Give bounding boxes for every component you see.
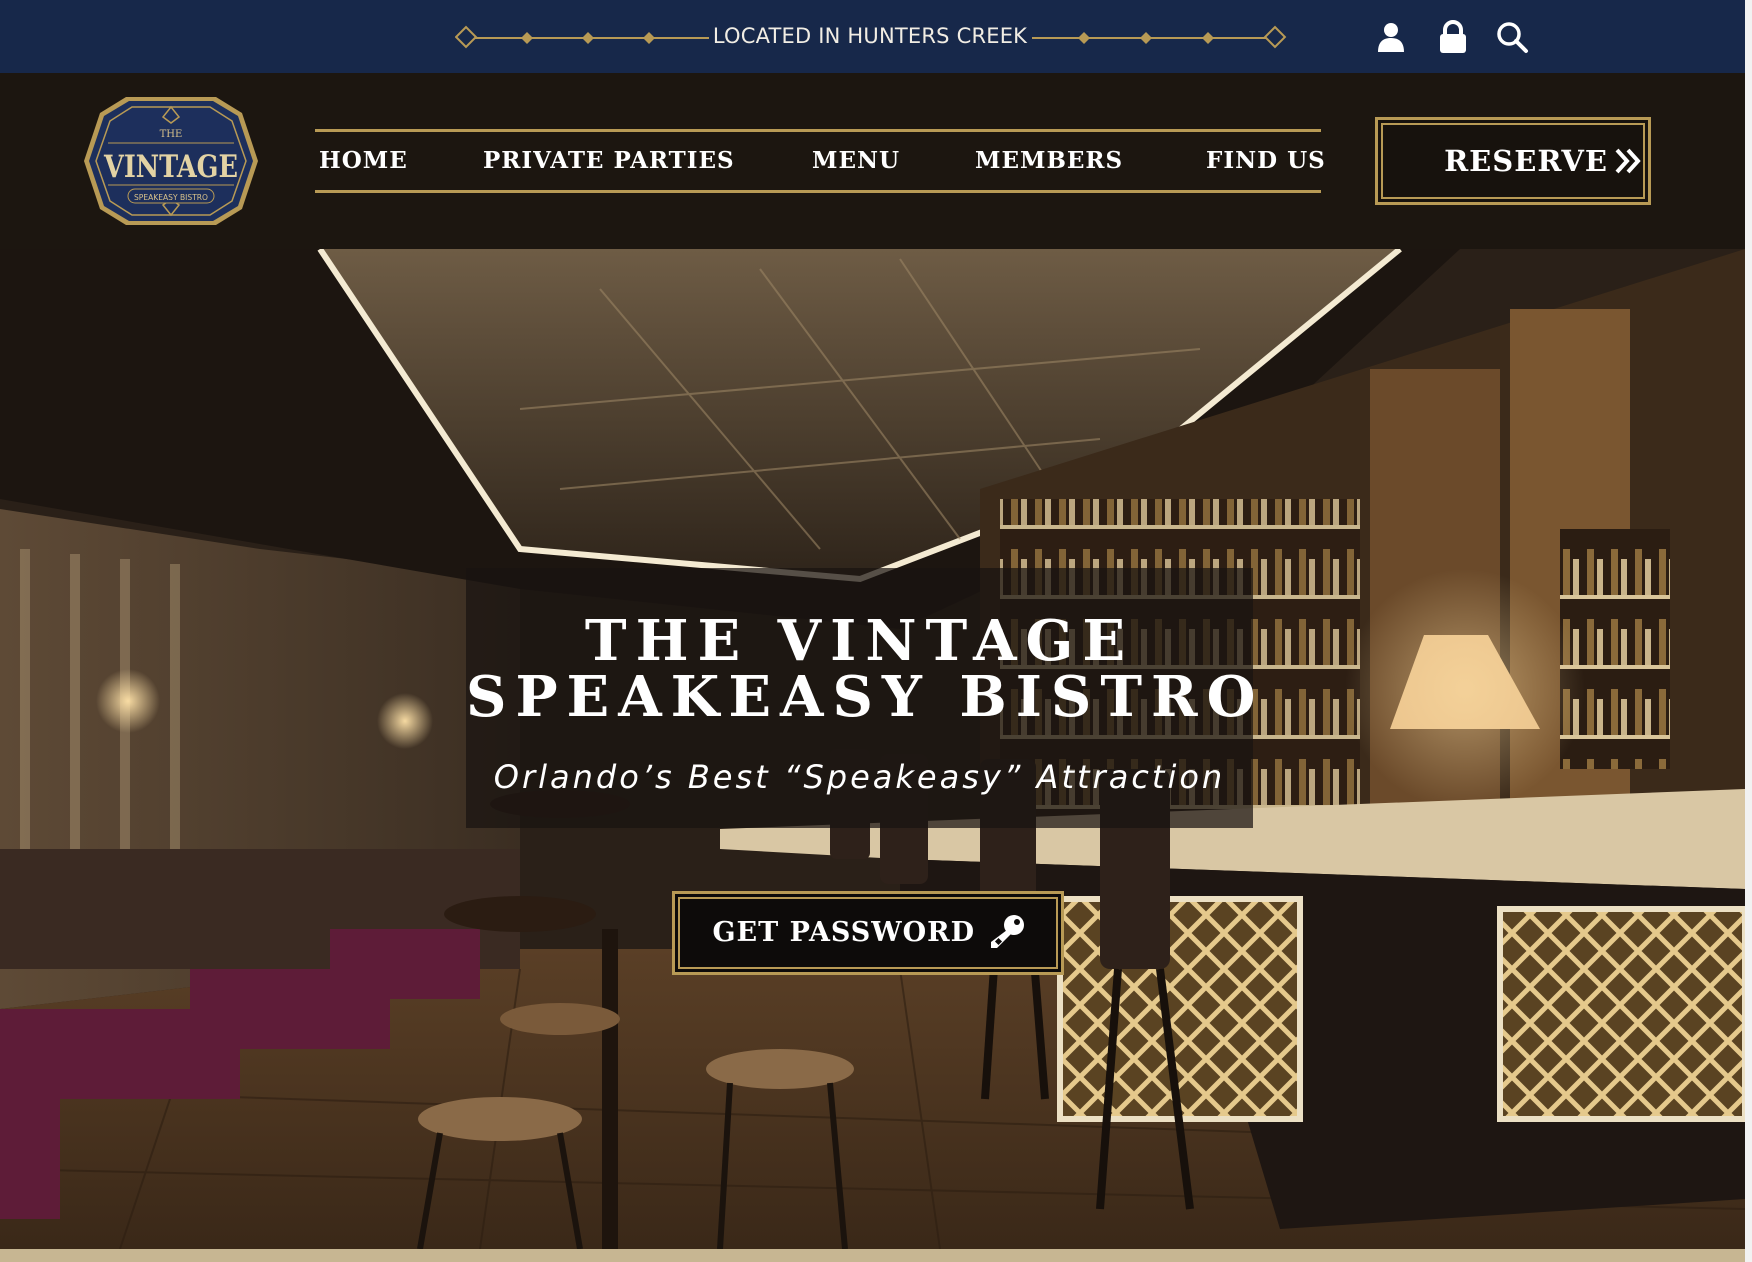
user-icon[interactable] bbox=[1374, 20, 1408, 54]
logo-the-text: THE bbox=[160, 129, 183, 140]
nav-private-parties[interactable]: PRIVATE PARTIES bbox=[483, 132, 735, 190]
right-ornament bbox=[1032, 0, 1292, 73]
logo-subtitle-text: SPEAKEASY BISTRO bbox=[134, 193, 208, 202]
search-icon[interactable] bbox=[1495, 20, 1529, 54]
bottom-gold-strip bbox=[0, 1249, 1752, 1262]
page-edge bbox=[1745, 0, 1752, 1262]
location-text: LOCATED IN HUNTERS CREEK bbox=[712, 24, 1028, 48]
main-header: THE VINTAGE SPEAKEASY BISTRO HOME PRIVAT… bbox=[0, 73, 1752, 249]
hero-section: THE VINTAGE SPEAKEASY BISTRO Orlando’s B… bbox=[0, 249, 1745, 1249]
left-ornament bbox=[455, 0, 715, 73]
nav-find-us[interactable]: FIND US bbox=[1206, 132, 1326, 190]
hero-title-box: THE VINTAGE SPEAKEASY BISTRO Orlando’s B… bbox=[466, 568, 1265, 828]
top-bar: LOCATED IN HUNTERS CREEK bbox=[0, 0, 1752, 73]
logo-vintage-text: VINTAGE bbox=[103, 149, 238, 185]
site-logo[interactable]: THE VINTAGE SPEAKEASY BISTRO bbox=[80, 93, 262, 229]
hero-tagline: Orlando’s Best “Speakeasy” Attraction bbox=[493, 758, 1226, 796]
nav-members[interactable]: MEMBERS bbox=[975, 132, 1123, 190]
reserve-button[interactable]: RESERVE bbox=[1375, 117, 1651, 205]
reserve-label: RESERVE bbox=[1444, 144, 1608, 178]
nav-home[interactable]: HOME bbox=[319, 132, 408, 190]
double-chevron-right-icon bbox=[1614, 146, 1642, 176]
key-icon bbox=[987, 912, 1027, 952]
get-password-button[interactable]: GET PASSWORD bbox=[672, 891, 1064, 975]
get-password-label: GET PASSWORD bbox=[712, 917, 975, 948]
main-menu: HOME PRIVATE PARTIES MENU MEMBERS FIND U… bbox=[315, 129, 1325, 193]
lock-icon[interactable] bbox=[1436, 20, 1470, 54]
hero-title-line-2: SPEAKEASY BISTRO bbox=[466, 664, 1265, 730]
nav-menu[interactable]: MENU bbox=[812, 132, 900, 190]
